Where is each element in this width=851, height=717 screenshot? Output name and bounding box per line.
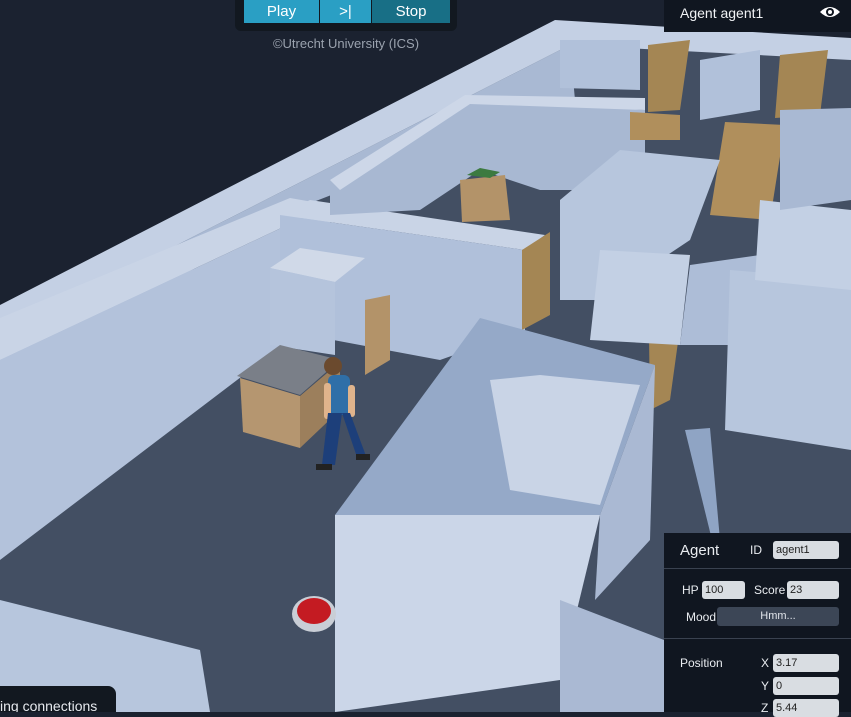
hp-label: HP bbox=[682, 583, 699, 597]
block-right-8 bbox=[560, 40, 640, 90]
y-field[interactable] bbox=[773, 677, 839, 695]
position-label: Position bbox=[680, 656, 723, 670]
block-right-6 bbox=[700, 50, 760, 120]
block-right-7 bbox=[780, 108, 851, 210]
step-button[interactable]: >| bbox=[320, 0, 371, 23]
agent-header-title: Agent agent1 bbox=[680, 5, 764, 21]
hp-field[interactable] bbox=[702, 581, 745, 599]
eye-icon[interactable] bbox=[819, 4, 841, 20]
score-field[interactable] bbox=[787, 581, 839, 599]
sim-controls: Play >| Stop bbox=[235, 0, 457, 31]
divider bbox=[664, 638, 851, 639]
goal-button bbox=[297, 598, 331, 624]
connection-status: ing connections bbox=[0, 686, 116, 712]
x-label: X bbox=[761, 656, 770, 670]
block-right-4 bbox=[725, 270, 851, 450]
stop-button[interactable]: Stop bbox=[372, 0, 450, 23]
agent-panel-title: Agent bbox=[680, 542, 720, 559]
z-label: Z bbox=[761, 701, 769, 715]
far-cabinet bbox=[460, 175, 510, 222]
mood-label: Mood bbox=[686, 610, 717, 624]
agent-panel: Agent ID HP Score Mood Hmm... Position X… bbox=[664, 533, 851, 717]
agent-header: Agent agent1 bbox=[664, 0, 851, 32]
play-button[interactable]: Play bbox=[244, 0, 319, 23]
score-label: Score bbox=[754, 583, 786, 597]
z-field[interactable] bbox=[773, 699, 839, 717]
pillar-face bbox=[270, 268, 335, 355]
divider bbox=[664, 568, 851, 569]
y-label: Y bbox=[761, 679, 770, 693]
credit-text: ©Utrecht University (ICS) bbox=[272, 36, 420, 51]
x-field[interactable] bbox=[773, 654, 839, 672]
block-right-2 bbox=[590, 250, 690, 345]
id-field[interactable] bbox=[773, 541, 839, 559]
door-5 bbox=[775, 50, 828, 118]
mood-button[interactable]: Hmm... bbox=[717, 607, 839, 626]
door-4 bbox=[630, 112, 680, 140]
block-right-5 bbox=[755, 200, 851, 290]
connection-status-text: ing connections bbox=[0, 698, 98, 712]
id-label: ID bbox=[750, 543, 762, 557]
